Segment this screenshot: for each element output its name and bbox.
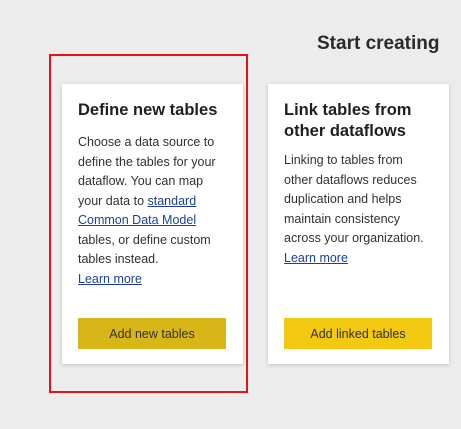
page-title: Start creating — [317, 33, 440, 54]
card-description: Linking to tables from other dataflows r… — [284, 151, 434, 268]
learn-more-link[interactable]: Learn more — [78, 272, 142, 286]
card-title: Define new tables — [78, 101, 218, 119]
define-new-tables-card: Define new tables Choose a data source t… — [62, 84, 243, 364]
link-tables-card: Link tables from other dataflows Linking… — [268, 84, 449, 364]
learn-more-link[interactable]: Learn more — [284, 251, 348, 265]
add-linked-tables-button[interactable]: Add linked tables — [284, 318, 432, 349]
card-title: Link tables from other dataflows — [284, 101, 412, 140]
add-new-tables-button[interactable]: Add new tables — [78, 318, 226, 349]
card-description: Choose a data source to define the table… — [78, 133, 228, 289]
card-description-text: Linking to tables from other dataflows r… — [284, 153, 424, 245]
card-description-text: tables, or define custom tables instead. — [78, 232, 211, 267]
